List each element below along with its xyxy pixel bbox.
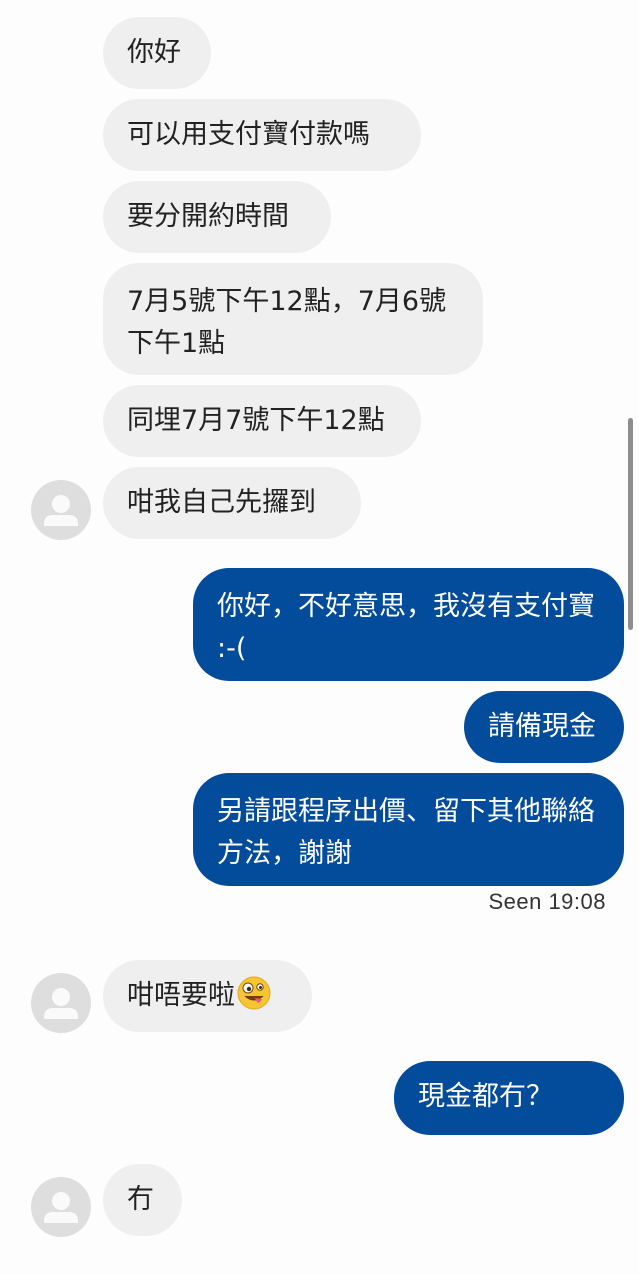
message-bubble-outgoing[interactable]: 另請跟程序出價、留下其他聯絡方法，謝謝	[193, 773, 624, 886]
person-icon	[44, 988, 78, 1019]
message-text: 要分開約時間	[127, 201, 289, 232]
message-text: 請備現金	[488, 711, 596, 742]
message-text: 你好	[127, 37, 181, 68]
message-bubble-incoming[interactable]: 冇	[103, 1164, 182, 1236]
zany-face-emoji	[237, 976, 271, 1010]
message-bubble-incoming[interactable]: 要分開約時間	[103, 181, 331, 253]
message-bubble-outgoing[interactable]: 請備現金	[464, 691, 624, 763]
message-bubble-incoming[interactable]: 同埋7月7號下午12點	[103, 385, 421, 457]
message-text: 你好，不好意思，我沒有支付寶 :-(	[217, 591, 595, 664]
message-bubble-outgoing[interactable]: 現金都冇？	[394, 1061, 624, 1135]
message-bubble-incoming[interactable]: 咁我自己先攞到	[103, 467, 361, 539]
message-bubble-incoming[interactable]: 7月5號下午12點，7月6號下午1點	[103, 263, 483, 375]
message-text: 另請跟程序出價、留下其他聯絡方法，謝謝	[217, 796, 595, 869]
message-text: 7月5號下午12點，7月6號下午1點	[127, 286, 447, 359]
message-text: 可以用支付寶付款嗎	[127, 119, 370, 150]
message-text: 冇	[127, 1184, 154, 1215]
message-text: 同埋7月7號下午12點	[127, 405, 385, 436]
message-text: 咁唔要啦	[127, 980, 235, 1011]
message-text: 現金都冇？	[418, 1081, 553, 1112]
message-bubble-incoming[interactable]: 咁唔要啦	[103, 960, 312, 1032]
message-bubble-incoming[interactable]: 你好	[103, 17, 211, 89]
contact-avatar[interactable]	[31, 1177, 91, 1237]
contact-avatar[interactable]	[31, 973, 91, 1033]
scrollbar[interactable]	[628, 418, 633, 630]
seen-receipt: Seen 19:08	[488, 889, 606, 914]
chat-thread[interactable]: 你好 可以用支付寶付款嗎 要分開約時間 7月5號下午12點，7月6號下午1點 同…	[0, 0, 639, 1274]
message-bubble-outgoing[interactable]: 你好，不好意思，我沒有支付寶 :-(	[193, 568, 624, 681]
contact-avatar[interactable]	[31, 480, 91, 540]
message-bubble-incoming[interactable]: 可以用支付寶付款嗎	[103, 99, 421, 171]
person-icon	[44, 495, 78, 526]
message-text: 咁我自己先攞到	[127, 487, 316, 518]
person-icon	[44, 1192, 78, 1223]
